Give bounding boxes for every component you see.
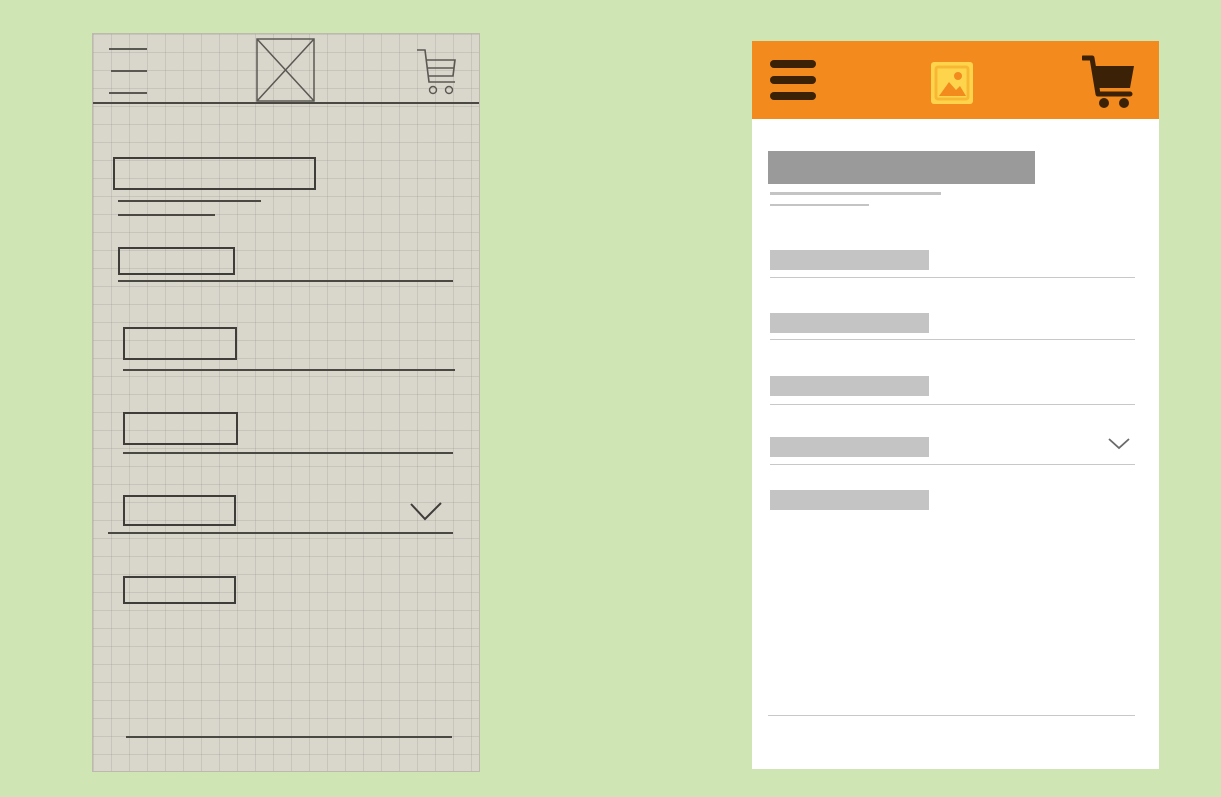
- app-header: [752, 41, 1159, 119]
- list-item-label-placeholder[interactable]: [770, 313, 929, 333]
- sketch-row-divider: [118, 280, 453, 282]
- list-item-divider: [770, 464, 1135, 465]
- sketch-image-placeholder-icon: [256, 38, 316, 102]
- sketch-chevron-down-icon: [409, 501, 443, 523]
- sketch-row-label: [123, 327, 237, 360]
- sketch-subtitle-line: [118, 214, 215, 216]
- list-item-label-placeholder[interactable]: [770, 490, 929, 510]
- list-item-label-placeholder[interactable]: [770, 250, 929, 270]
- sketch-row-divider: [123, 452, 453, 454]
- sketch-row-label: [123, 495, 236, 526]
- list-item-divider: [770, 277, 1135, 278]
- chevron-down-icon[interactable]: [1107, 437, 1131, 451]
- phone-mockup: [752, 41, 1159, 769]
- subtitle-placeholder: [770, 192, 941, 195]
- sketch-cart-icon: [415, 46, 461, 98]
- image-icon[interactable]: [931, 62, 973, 104]
- cart-icon[interactable]: [1080, 54, 1136, 110]
- sketch-row-label: [123, 412, 238, 445]
- sketch-subtitle-line: [118, 200, 261, 202]
- sketch-row-label: [123, 576, 236, 604]
- sketch-header-divider: [93, 102, 479, 104]
- list-item-divider: [770, 339, 1135, 340]
- paper-sketch: [92, 33, 480, 772]
- hamburger-menu-icon[interactable]: [770, 58, 816, 104]
- title-placeholder: [768, 151, 1035, 184]
- sketch-title-box: [113, 157, 316, 190]
- footer-divider: [768, 715, 1135, 716]
- sketch-row-label: [118, 247, 235, 275]
- subtitle-placeholder: [770, 204, 869, 206]
- page: [0, 0, 1221, 797]
- list-item-divider: [770, 404, 1135, 405]
- sketch-row-divider: [108, 532, 453, 534]
- list-item-label-placeholder[interactable]: [770, 376, 929, 396]
- sketch-hamburger-icon: [109, 48, 149, 98]
- dropdown-label-placeholder[interactable]: [770, 437, 929, 457]
- sketch-footer-divider: [126, 736, 452, 738]
- sketch-row-divider: [123, 369, 455, 371]
